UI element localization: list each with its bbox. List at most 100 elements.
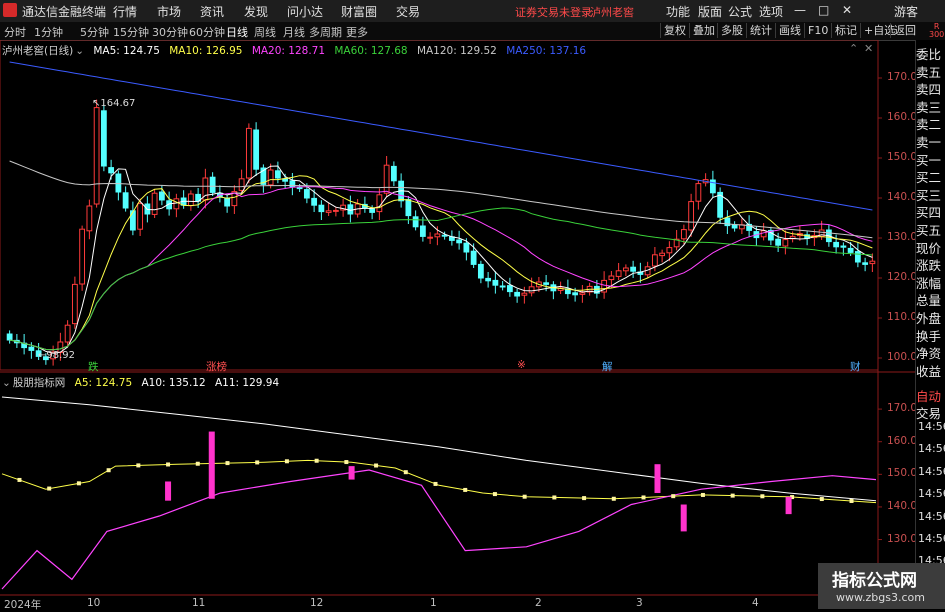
candle-body (6, 333, 13, 341)
panel-field-3: 卖三 (916, 99, 942, 115)
candle-body (129, 210, 136, 231)
candle-body (64, 324, 71, 343)
high-price-annotation: ↖164.67 (92, 98, 136, 109)
candle-body (332, 209, 339, 212)
menu-options[interactable]: 选项 (759, 3, 783, 20)
tab-60min[interactable]: 60分钟 (189, 24, 225, 40)
tab-1min[interactable]: 1分钟 (34, 24, 63, 40)
adjust-button[interactable]: 复权 (660, 23, 689, 38)
panel-field-2: 卖四 (916, 82, 942, 98)
a5-dot (582, 496, 587, 501)
menu-ask[interactable]: 问小达 (287, 3, 323, 20)
chart-area[interactable] (0, 40, 915, 609)
close-icon[interactable]: ✕ (842, 3, 852, 17)
menu-trade[interactable]: 交易 (396, 3, 420, 20)
a5-dot (195, 461, 200, 466)
candle-body (224, 197, 231, 207)
menu-formula[interactable]: 公式 (728, 3, 752, 20)
sub-axis-time-0: 14:56 (918, 420, 945, 433)
low-price-annotation: ←98.92 (38, 350, 76, 361)
sub-y-tick-label: 130.0 (887, 532, 918, 545)
candle-body (854, 251, 861, 263)
maximize-icon[interactable]: □ (818, 3, 829, 17)
candle-body (847, 247, 854, 253)
menu-discover[interactable]: 发现 (244, 3, 268, 20)
panel-badge: R 300 (929, 22, 945, 39)
statistics-button[interactable]: 统计 (746, 23, 775, 38)
candle-body (477, 263, 484, 279)
ma250-line (9, 61, 873, 211)
candle-body (615, 270, 622, 277)
menu-quotes[interactable]: 行情 (113, 3, 137, 20)
candle-body (137, 203, 144, 230)
multi-stock-button[interactable]: 多股 (717, 23, 746, 38)
sub-y-tick-label: 170.0 (887, 402, 918, 415)
x-label-2024: 2024年 (4, 599, 42, 611)
tab-15min[interactable]: 15分钟 (113, 24, 149, 40)
minimize-icon[interactable]: — (794, 3, 806, 17)
panel-field-10: 买五 (916, 223, 942, 238)
overlay-button[interactable]: 叠加 (689, 23, 718, 38)
mark-button[interactable]: 标记 (831, 23, 860, 38)
candle-body (775, 238, 782, 246)
candle-body (731, 224, 738, 229)
trade-login-alert[interactable]: 证券交易未登录 (515, 4, 592, 20)
candle-body (862, 262, 869, 265)
candle-body (390, 165, 397, 182)
back-button[interactable]: 返回 (890, 23, 919, 38)
event-marker-fall[interactable]: 跌 (88, 359, 99, 374)
a5-dot (463, 487, 468, 492)
tab-5min[interactable]: 5分钟 (80, 24, 109, 40)
candle-body (434, 233, 441, 238)
a5-dot (760, 494, 765, 499)
draw-line-button[interactable]: 画线 (775, 23, 804, 38)
signal-bar (680, 504, 687, 532)
candle-body (485, 277, 492, 282)
app-logo-icon (3, 3, 17, 17)
panel-field-12: 涨跌 (916, 258, 942, 274)
menu-function[interactable]: 功能 (666, 3, 690, 20)
candle-body (187, 193, 194, 207)
tab-timeshare[interactable]: 分时 (4, 24, 26, 40)
candle-body (659, 252, 666, 257)
event-marker-unlock[interactable]: 解 (602, 359, 613, 374)
candle-body (303, 189, 310, 199)
candle-body (572, 292, 579, 296)
menu-market[interactable]: 市场 (157, 3, 181, 20)
tab-monthly[interactable]: 月线 (283, 24, 305, 40)
a5-dot (492, 492, 497, 497)
candle-body (506, 285, 513, 293)
candle-body (253, 129, 260, 170)
candle-body (318, 204, 325, 213)
panel-field-1: 卖五 (916, 64, 942, 80)
sub-axis-time-3: 14:56 (918, 487, 945, 501)
event-marker-finance[interactable]: 财 (850, 359, 861, 374)
main-y-tick-label: 170.0 (887, 71, 918, 83)
menu-news[interactable]: 资讯 (200, 3, 224, 20)
tab-multi-period[interactable]: 多周期 (309, 24, 342, 40)
candle-body (441, 234, 448, 237)
main-panel-border (0, 40, 879, 371)
candle-body (100, 110, 107, 167)
tab-daily[interactable]: 日线 (226, 24, 248, 40)
candle-body (528, 286, 535, 294)
candle-body (651, 254, 658, 267)
candle-body (412, 216, 419, 228)
a5-dot (284, 459, 289, 464)
panel-field-9: 买四 (916, 205, 942, 221)
tab-30min[interactable]: 30分钟 (152, 24, 188, 40)
menu-layout[interactable]: 版面 (698, 3, 722, 20)
signal-bar (348, 466, 355, 480)
candle-body (543, 282, 550, 285)
event-marker-rank[interactable]: 涨榜 (206, 359, 227, 374)
guest-user[interactable]: 游客 (894, 3, 918, 20)
event-marker-note[interactable]: ※ (517, 359, 526, 371)
menu-wealth[interactable]: 财富圈 (341, 3, 377, 20)
f10-button[interactable]: F10 (804, 23, 831, 38)
candle-body (499, 285, 506, 288)
menu-bar: 通达信金融终端 行情 市场 资讯 发现 问小达 财富圈 交易 证券交易未登录 泸… (0, 0, 945, 23)
candle-body (666, 247, 673, 254)
tab-more[interactable]: 更多 (346, 24, 368, 40)
tab-weekly[interactable]: 周线 (254, 24, 276, 40)
a5-dot (76, 481, 81, 486)
